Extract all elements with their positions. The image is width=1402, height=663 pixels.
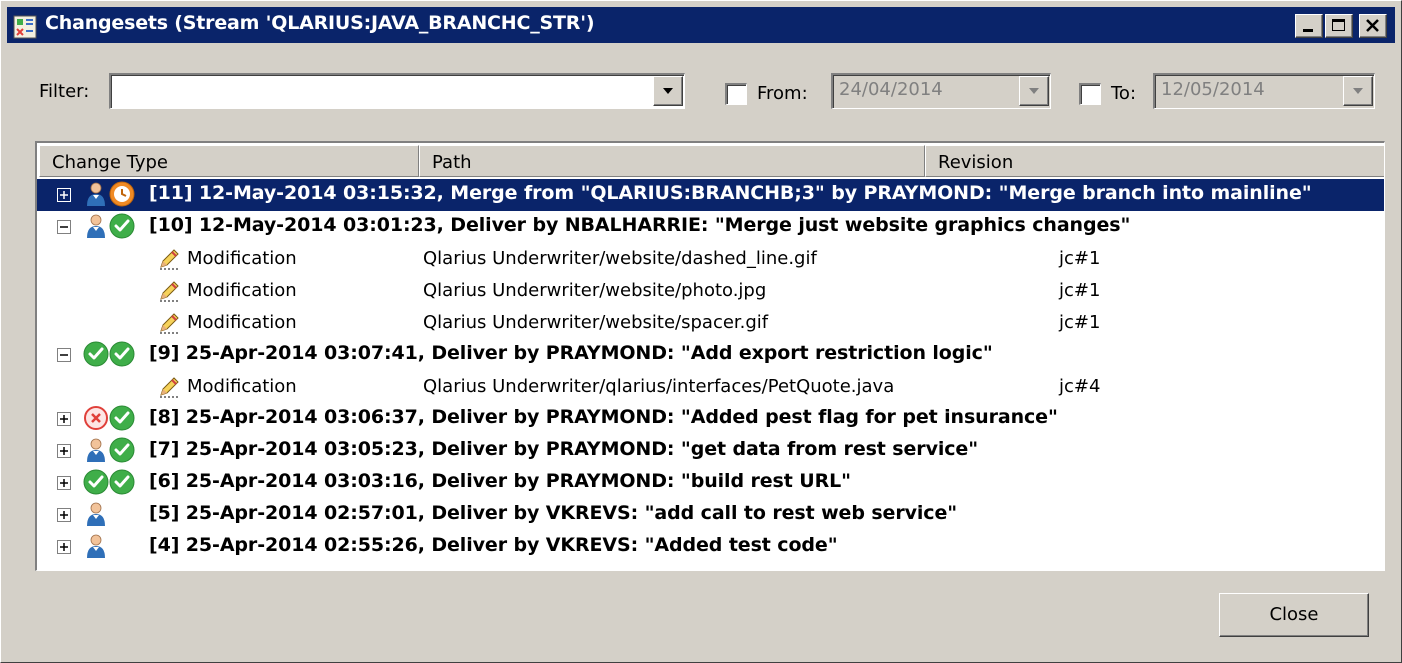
pencil-icon (157, 375, 183, 401)
expand-toggle[interactable] (57, 508, 71, 522)
chevron-down-icon (1029, 88, 1039, 94)
collapse-toggle[interactable] (57, 348, 71, 362)
filter-label: Filter: (39, 81, 90, 102)
path-cell: Qlarius Underwriter/qlarius/interfaces/P… (423, 376, 895, 397)
change-type-cell: Modification (187, 376, 297, 397)
change-row[interactable]: Modification Qlarius Underwriter/website/… (37, 275, 1384, 307)
from-date-dropdown-button[interactable] (1019, 76, 1049, 106)
title-bar[interactable]: Changesets (Stream 'QLARIUS:JAVA_BRANCHC… (7, 7, 1395, 43)
change-type-cell: Modification (187, 280, 297, 301)
from-label: From: (757, 83, 808, 104)
filter-combobox[interactable] (109, 73, 685, 109)
collapse-toggle[interactable] (57, 220, 71, 234)
filter-row: Filter: From: 24/04/2014 To: 12/05/2014 (1, 71, 1402, 115)
column-header-revision[interactable]: Revision (925, 145, 1384, 177)
user-icon (83, 213, 109, 239)
from-checkbox[interactable] (725, 83, 747, 105)
revision-cell: jc#1 (1059, 280, 1101, 301)
check-icon (109, 405, 135, 431)
chevron-down-icon (1353, 88, 1363, 94)
error-icon (83, 405, 109, 431)
path-cell: Qlarius Underwriter/website/photo.jpg (423, 280, 767, 301)
changeset-summary: [11] 12-May-2014 03:15:32, Merge from "Q… (149, 182, 1312, 204)
close-button[interactable]: Close (1219, 593, 1369, 637)
filter-dropdown-button[interactable] (653, 76, 683, 106)
minimize-button[interactable] (1295, 14, 1323, 38)
changeset-row[interactable]: [10] 12-May-2014 03:01:23, Deliver by NB… (37, 211, 1384, 243)
revision-cell: jc#1 (1059, 312, 1101, 333)
changeset-row[interactable]: [11] 12-May-2014 03:15:32, Merge from "Q… (37, 179, 1384, 211)
user-icon (83, 181, 109, 207)
to-label: To: (1111, 83, 1137, 104)
app-icon (13, 15, 37, 39)
to-date-value: 12/05/2014 (1161, 79, 1265, 100)
expand-toggle[interactable] (57, 540, 71, 554)
to-checkbox[interactable] (1079, 83, 1101, 105)
changeset-summary: [9] 25-Apr-2014 03:07:41, Deliver by PRA… (149, 342, 993, 364)
expand-toggle[interactable] (57, 444, 71, 458)
check-icon (109, 341, 135, 367)
check-icon (83, 341, 109, 367)
expand-toggle[interactable] (57, 476, 71, 490)
chevron-down-icon (663, 88, 673, 94)
check-icon (109, 469, 135, 495)
changeset-row[interactable]: [4] 25-Apr-2014 02:55:26, Deliver by VKR… (37, 531, 1384, 563)
change-row[interactable]: Modification Qlarius Underwriter/qlarius/… (37, 371, 1384, 403)
to-date-picker[interactable]: 12/05/2014 (1153, 73, 1375, 109)
clock-icon (109, 181, 135, 207)
pencil-icon (157, 247, 183, 273)
path-cell: Qlarius Underwriter/website/spacer.gif (423, 312, 769, 333)
change-row[interactable]: Modification Qlarius Underwriter/website/… (37, 307, 1384, 339)
column-header-path[interactable]: Path (419, 145, 925, 177)
changeset-row[interactable]: [9] 25-Apr-2014 03:07:41, Deliver by PRA… (37, 339, 1384, 371)
window-title: Changesets (Stream 'QLARIUS:JAVA_BRANCHC… (45, 12, 595, 34)
path-cell: Qlarius Underwriter/website/dashed_line.… (423, 248, 817, 269)
changeset-summary: [4] 25-Apr-2014 02:55:26, Deliver by VKR… (149, 534, 838, 556)
pencil-icon (157, 311, 183, 337)
minimize-icon (1303, 29, 1313, 32)
changeset-summary: [6] 25-Apr-2014 03:03:16, Deliver by PRA… (149, 470, 851, 492)
check-icon (109, 437, 135, 463)
column-header-change-type[interactable]: Change Type (39, 145, 419, 177)
expand-toggle[interactable] (57, 188, 71, 202)
from-date-picker[interactable]: 24/04/2014 (831, 73, 1051, 109)
changeset-row[interactable]: [7] 25-Apr-2014 03:05:23, Deliver by PRA… (37, 435, 1384, 467)
expand-toggle[interactable] (57, 412, 71, 426)
maximize-icon (1332, 19, 1345, 31)
changeset-summary: [5] 25-Apr-2014 02:57:01, Deliver by VKR… (149, 502, 958, 524)
changeset-row[interactable]: [5] 25-Apr-2014 02:57:01, Deliver by VKR… (37, 499, 1384, 531)
check-icon (109, 213, 135, 239)
user-icon (83, 501, 109, 527)
changeset-summary: [7] 25-Apr-2014 03:05:23, Deliver by PRA… (149, 438, 979, 460)
column-headers: Change Type Path Revision (37, 145, 1384, 177)
close-window-button[interactable] (1359, 14, 1387, 38)
pencil-icon (157, 279, 183, 305)
changeset-row[interactable]: [6] 25-Apr-2014 03:03:16, Deliver by PRA… (37, 467, 1384, 499)
revision-cell: jc#4 (1059, 376, 1101, 397)
from-date-value: 24/04/2014 (839, 79, 943, 100)
changeset-summary: [8] 25-Apr-2014 03:06:37, Deliver by PRA… (149, 406, 1058, 428)
changeset-row[interactable]: [8] 25-Apr-2014 03:06:37, Deliver by PRA… (37, 403, 1384, 435)
user-icon (83, 533, 109, 559)
change-type-cell: Modification (187, 248, 297, 269)
user-icon (83, 437, 109, 463)
changeset-summary: [10] 12-May-2014 03:01:23, Deliver by NB… (149, 214, 1131, 236)
revision-cell: jc#1 (1059, 248, 1101, 269)
check-icon (83, 469, 109, 495)
change-type-cell: Modification (187, 312, 297, 333)
maximize-button[interactable] (1325, 14, 1353, 38)
changesets-dialog: Changesets (Stream 'QLARIUS:JAVA_BRANCHC… (0, 0, 1402, 663)
change-row[interactable]: Modification Qlarius Underwriter/website/… (37, 243, 1384, 275)
close-icon (1366, 19, 1379, 32)
to-date-dropdown-button[interactable] (1343, 76, 1373, 106)
changesets-tree[interactable]: Change Type Path Revision [11] 12-May-20… (35, 141, 1385, 571)
